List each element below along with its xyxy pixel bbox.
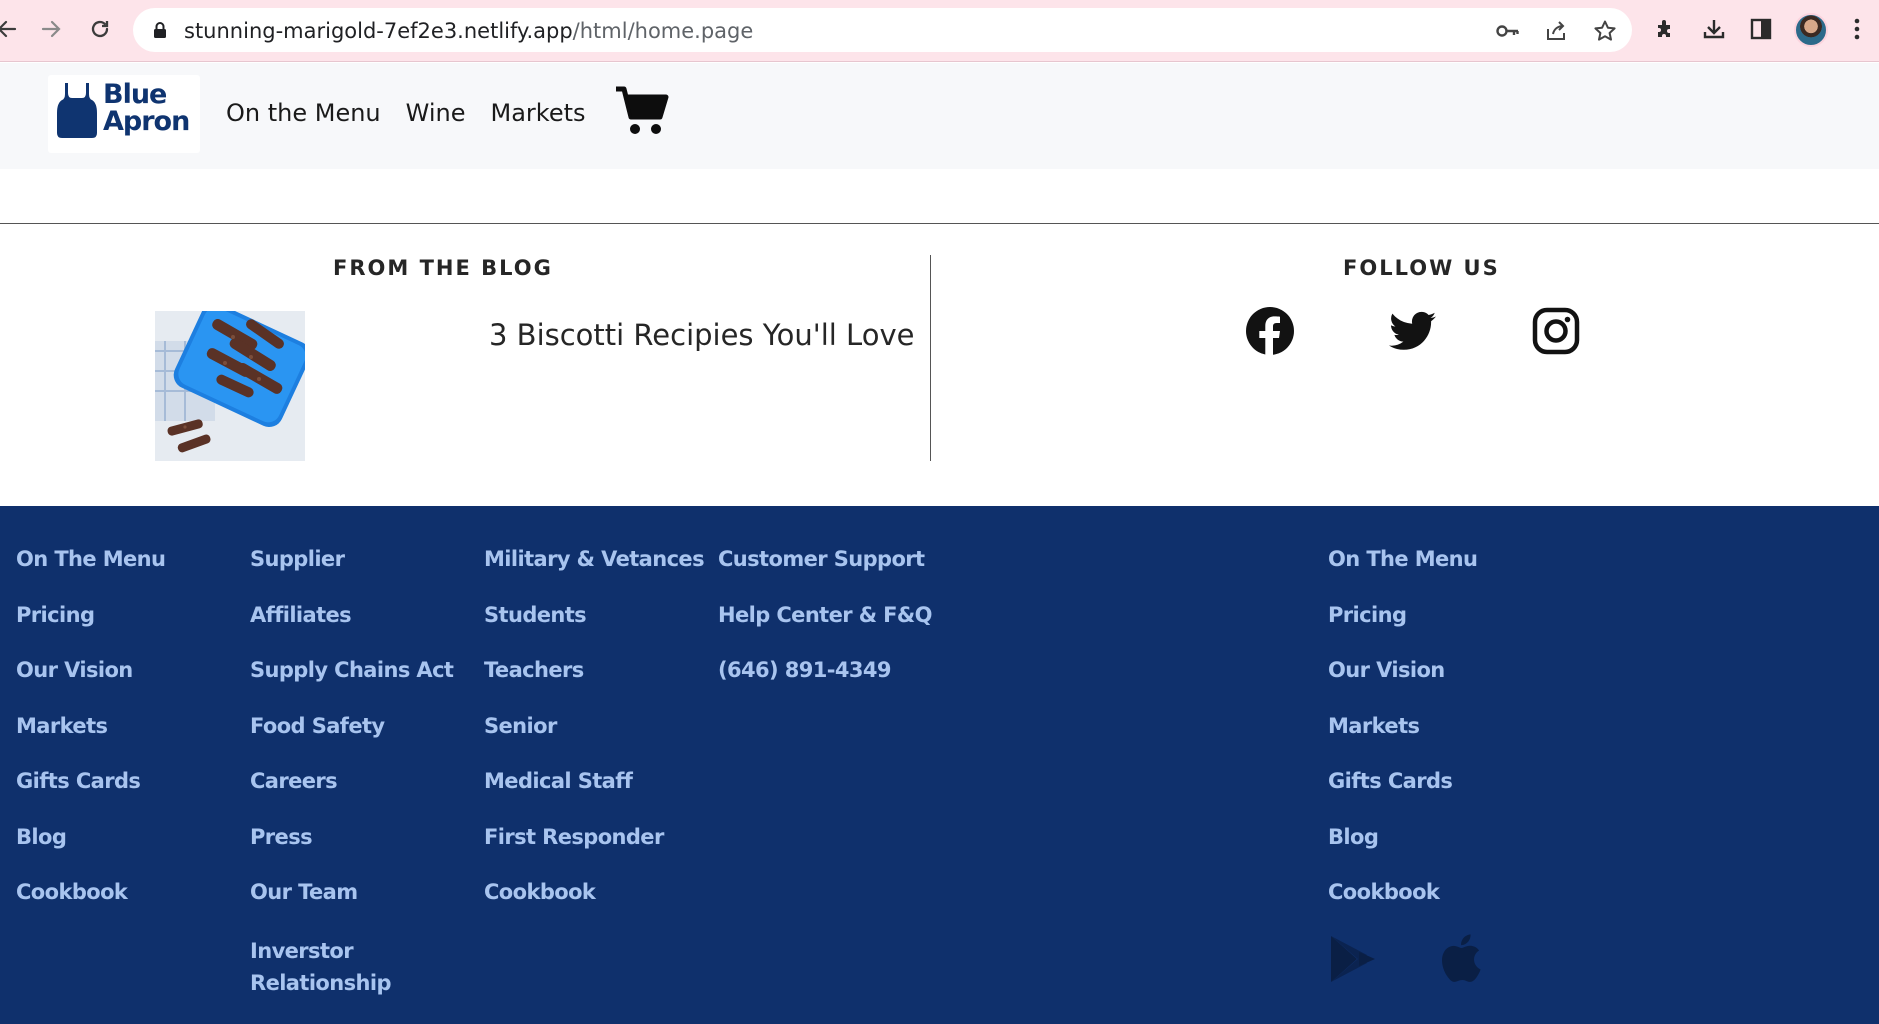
bookmark-star-icon[interactable] — [1592, 18, 1618, 44]
reload-icon[interactable] — [85, 14, 115, 44]
cart-icon[interactable] — [614, 85, 670, 137]
footer-link[interactable]: Cookbook — [484, 879, 704, 935]
footer-link[interactable]: Medical Staff — [484, 768, 704, 824]
footer-link[interactable]: Affiliates — [250, 602, 453, 658]
logo-line-2: Apron — [103, 106, 190, 137]
footer-link[interactable]: Pricing — [1328, 602, 1477, 658]
footer-link[interactable]: Our Vision — [1328, 657, 1477, 713]
nav-markets[interactable]: Markets — [491, 99, 586, 127]
profile-avatar[interactable] — [1794, 13, 1828, 47]
footer-link[interactable]: Markets — [1328, 713, 1477, 769]
logo-line-1: Blue — [103, 79, 167, 110]
footer-link[interactable]: Supplier — [250, 546, 453, 602]
nav-on-the-menu[interactable]: On the Menu — [226, 99, 381, 127]
blue-apron-logo[interactable]: Blue Apron — [48, 75, 200, 153]
footer-link[interactable]: Our Team — [250, 879, 453, 935]
footer-link[interactable]: Our Vision — [16, 657, 165, 713]
footer-link[interactable]: Customer Support — [718, 546, 932, 602]
footer-phone-link[interactable]: (646) 891-4349 — [718, 657, 932, 713]
apple-icon[interactable] — [1441, 934, 1481, 982]
footer-column-1: On The Menu Pricing Our Vision Markets G… — [16, 546, 166, 935]
url-path: /html/home.page — [572, 19, 754, 43]
footer-column-3: Military & Vetances Students Teachers Se… — [484, 546, 705, 935]
site-header: Blue Apron On the Menu Wine Markets — [0, 63, 1879, 169]
footer-link[interactable]: First Responder — [484, 824, 704, 880]
lock-icon[interactable] — [153, 21, 167, 44]
footer-column-5: On The Menu Pricing Our Vision Markets G… — [1328, 546, 1478, 935]
footer-link[interactable]: Cookbook — [1328, 879, 1477, 935]
footer-link[interactable]: On The Menu — [16, 546, 166, 602]
footer-link[interactable]: Inverstor Relationship — [250, 935, 410, 995]
blog-post-title[interactable]: 3 Biscotti Recipies You'll Love — [489, 318, 914, 352]
twitter-icon[interactable] — [1388, 306, 1438, 356]
footer-link[interactable]: Blog — [1328, 824, 1477, 880]
footer-link[interactable]: Students — [484, 602, 704, 658]
footer-link[interactable]: Senior — [484, 713, 704, 769]
footer-link[interactable]: Markets — [16, 713, 165, 769]
blog-post-image[interactable] — [155, 311, 305, 461]
apron-icon — [57, 83, 97, 138]
address-bar[interactable]: stunning-marigold-7ef2e3.netlify.app/htm… — [133, 8, 1632, 52]
forward-icon[interactable] — [36, 14, 66, 44]
footer-link[interactable]: Military & Vetances — [484, 546, 705, 602]
key-icon[interactable] — [1495, 18, 1521, 44]
footer-link[interactable]: Food Safety — [250, 713, 453, 769]
vertical-separator — [930, 255, 931, 461]
footer-link[interactable]: On The Menu — [1328, 546, 1478, 602]
nav-wine[interactable]: Wine — [406, 99, 466, 127]
instagram-icon[interactable] — [1531, 306, 1581, 356]
side-panel-icon[interactable] — [1746, 14, 1776, 44]
download-icon[interactable] — [1699, 14, 1729, 44]
extensions-icon[interactable] — [1651, 14, 1681, 44]
footer-link[interactable]: Teachers — [484, 657, 704, 713]
footer-column-2: Supplier Affiliates Supply Chains Act Fo… — [250, 546, 454, 995]
share-icon[interactable] — [1543, 18, 1569, 44]
facebook-icon[interactable] — [1245, 306, 1295, 356]
footer-link[interactable]: Supply Chains Act — [250, 657, 454, 713]
follow-heading: FOLLOW US — [1343, 256, 1500, 280]
menu-kebab-icon[interactable] — [1842, 14, 1872, 44]
footer-link[interactable]: Gifts Cards — [1328, 768, 1477, 824]
blog-heading: FROM THE BLOG — [333, 256, 553, 280]
footer-link[interactable]: Gifts Cards — [16, 768, 165, 824]
footer-link[interactable]: Press — [250, 824, 453, 880]
main-nav: On the Menu Wine Markets — [226, 99, 586, 127]
footer-link[interactable]: Cookbook — [16, 879, 165, 935]
back-icon[interactable] — [0, 14, 22, 44]
section-divider — [0, 223, 1879, 224]
footer-column-4: Customer Support Help Center & F&Q (646)… — [718, 546, 932, 713]
footer-link[interactable]: Help Center & F&Q — [718, 602, 932, 658]
logo-wordmark: Blue Apron — [103, 79, 190, 137]
url-text[interactable]: stunning-marigold-7ef2e3.netlify.app/htm… — [184, 19, 753, 43]
google-play-icon[interactable] — [1329, 934, 1377, 984]
browser-toolbar: stunning-marigold-7ef2e3.netlify.app/htm… — [0, 0, 1879, 62]
footer-link[interactable]: Pricing — [16, 602, 165, 658]
footer-link[interactable]: Blog — [16, 824, 165, 880]
footer-link[interactable]: Careers — [250, 768, 453, 824]
url-host: stunning-marigold-7ef2e3.netlify.app — [184, 19, 573, 43]
